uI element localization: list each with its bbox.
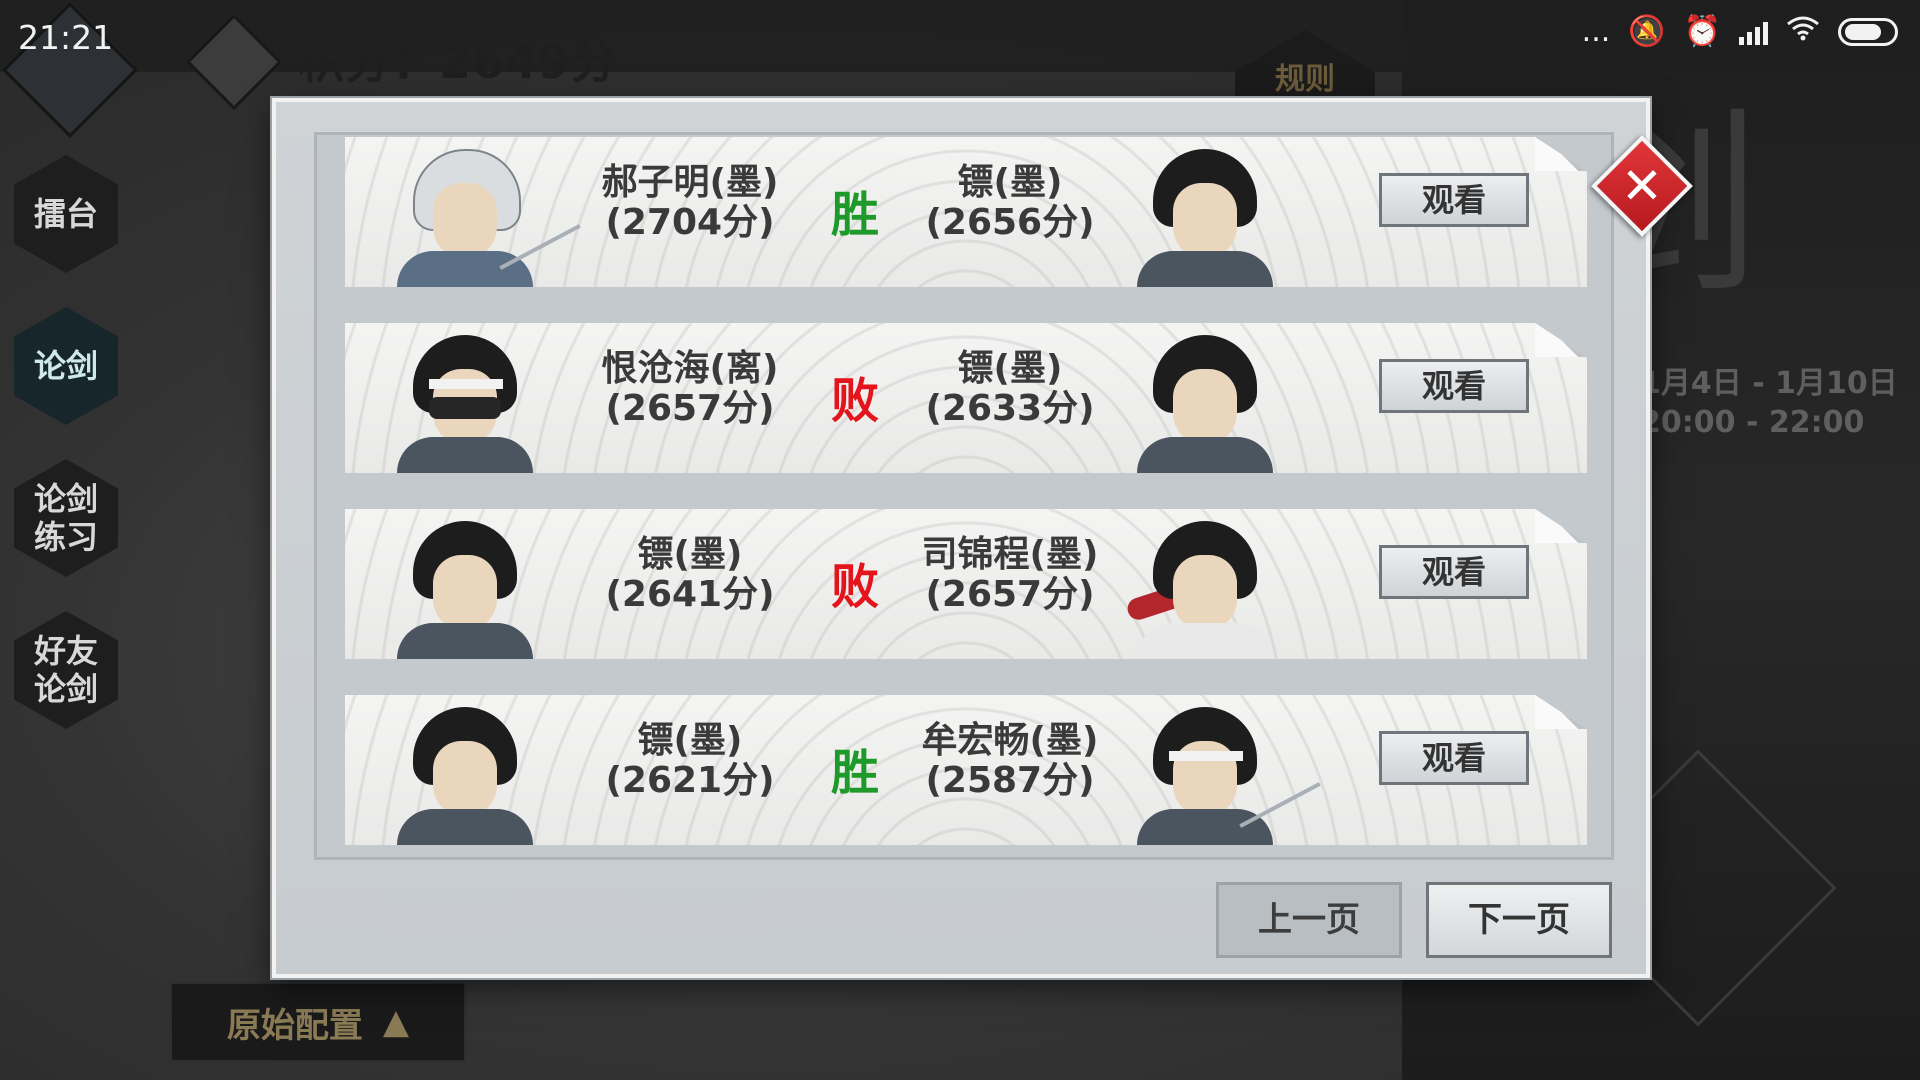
right-player-avatar xyxy=(1125,707,1321,845)
left-player-score: (2704分) xyxy=(605,202,775,243)
next-page-button[interactable]: 下一页 xyxy=(1426,882,1612,958)
record-list: 郝子明(墨) (2704分) 镖(墨) (2656分) 胜观看 恨沧海(离) (2657分)… xyxy=(314,132,1614,860)
right-player-name: 司锦程(墨) xyxy=(921,534,1099,575)
right-player-name: 镖(墨) xyxy=(957,162,1063,203)
right-player-score: (2633分) xyxy=(925,388,1095,429)
record-row: 恨沧海(离) (2657分) 镖(墨) (2633分) 败观看 xyxy=(345,323,1587,473)
side-nav-item-duel[interactable]: 论剑 xyxy=(14,307,118,425)
side-nav-item-arena[interactable]: 擂台 xyxy=(14,155,118,273)
match-result: 胜 xyxy=(830,745,879,801)
left-player-name: 镖(墨) xyxy=(637,720,743,761)
battery-icon xyxy=(1838,17,1898,46)
left-player-info: 镖(墨) (2621分) xyxy=(570,721,810,801)
left-player-name: 恨沧海(离) xyxy=(601,348,779,389)
side-nav-item-practice[interactable]: 论剑 练习 xyxy=(14,459,118,577)
right-player-avatar xyxy=(1125,149,1285,287)
page-fold-corner xyxy=(1535,695,1587,729)
battle-record-dialog: 郝子明(墨) (2704分) 镖(墨) (2656分) 胜观看 恨沧海(离) (2657分)… xyxy=(272,98,1650,978)
wifi-icon xyxy=(1786,14,1820,49)
close-icon: ✕ xyxy=(1621,157,1663,215)
page-fold-corner xyxy=(1535,323,1587,357)
right-player-name: 镖(墨) xyxy=(957,348,1063,389)
match-result: 败 xyxy=(830,373,879,429)
left-player-avatar xyxy=(385,521,545,659)
side-nav-label: 论剑 xyxy=(33,347,98,385)
side-nav-label: 好友 论剑 xyxy=(33,632,98,708)
watch-replay-button[interactable]: 观看 xyxy=(1379,731,1529,785)
mute-bell-icon: 🔕 xyxy=(1628,14,1666,49)
rules-label: 规则 xyxy=(1275,62,1335,97)
page-fold-corner xyxy=(1535,137,1587,171)
more-dots-icon: ... xyxy=(1581,14,1611,49)
chevron-up-icon: ▲ xyxy=(382,1002,410,1042)
left-player-name: 郝子明(墨) xyxy=(601,162,779,203)
signal-icon xyxy=(1739,19,1768,45)
right-player-avatar xyxy=(1125,335,1285,473)
left-player-avatar xyxy=(385,335,545,473)
right-player-info: 镖(墨) (2656分) xyxy=(890,163,1130,243)
side-nav-label: 擂台 xyxy=(33,195,98,233)
left-player-info: 郝子明(墨) (2704分) xyxy=(570,163,810,243)
record-row: 郝子明(墨) (2704分) 镖(墨) (2656分) 胜观看 xyxy=(345,137,1587,287)
left-player-name: 镖(墨) xyxy=(637,534,743,575)
event-time-range: 20:00 - 22:00 xyxy=(1640,405,1865,440)
side-nav-label: 论剑 练习 xyxy=(33,480,98,556)
page-fold-corner xyxy=(1535,509,1587,543)
left-player-info: 恨沧海(离) (2657分) xyxy=(570,349,810,429)
watch-replay-button[interactable]: 观看 xyxy=(1379,173,1529,227)
right-player-name: 牟宏畅(墨) xyxy=(921,720,1099,761)
side-nav: 擂台 论剑 论剑 练习 好友 论剑 xyxy=(14,155,118,763)
record-row: 镖(墨) (2641分) 司锦程(墨) (2657分) 败观看 xyxy=(345,509,1587,659)
left-player-avatar xyxy=(385,149,581,287)
record-row: 镖(墨) (2621分) 牟宏畅(墨) (2587分) 胜观看 xyxy=(345,695,1587,845)
right-player-score: (2656分) xyxy=(925,202,1095,243)
right-player-score: (2657分) xyxy=(925,574,1095,615)
right-player-score: (2587分) xyxy=(925,760,1095,801)
right-player-info: 牟宏畅(墨) (2587分) xyxy=(890,721,1130,801)
left-player-score: (2641分) xyxy=(605,574,775,615)
right-player-info: 司锦程(墨) (2657分) xyxy=(890,535,1130,615)
watch-replay-button[interactable]: 观看 xyxy=(1379,545,1529,599)
match-result: 胜 xyxy=(830,187,879,243)
event-date-range: 1月4日 - 1月10日 xyxy=(1640,366,1898,401)
status-time: 21:21 xyxy=(18,18,114,57)
watch-replay-button[interactable]: 观看 xyxy=(1379,359,1529,413)
left-player-avatar xyxy=(385,707,545,845)
alarm-icon: ⏰ xyxy=(1683,14,1721,49)
left-player-score: (2657分) xyxy=(605,388,775,429)
left-player-info: 镖(墨) (2641分) xyxy=(570,535,810,615)
right-player-avatar xyxy=(1124,521,1285,659)
preset-config-label: 原始配置 xyxy=(226,1005,363,1046)
score-label: 积分：2649分 xyxy=(298,35,619,89)
preset-config-button[interactable]: 原始配置 ▲ xyxy=(170,982,466,1062)
prev-page-button[interactable]: 上一页 xyxy=(1216,882,1402,958)
side-nav-item-friend-duel[interactable]: 好友 论剑 xyxy=(14,611,118,729)
match-result: 败 xyxy=(830,559,879,615)
right-player-info: 镖(墨) (2633分) xyxy=(890,349,1130,429)
status-icons: ... 🔕 ⏰ xyxy=(1582,14,1898,49)
left-player-score: (2621分) xyxy=(605,760,775,801)
